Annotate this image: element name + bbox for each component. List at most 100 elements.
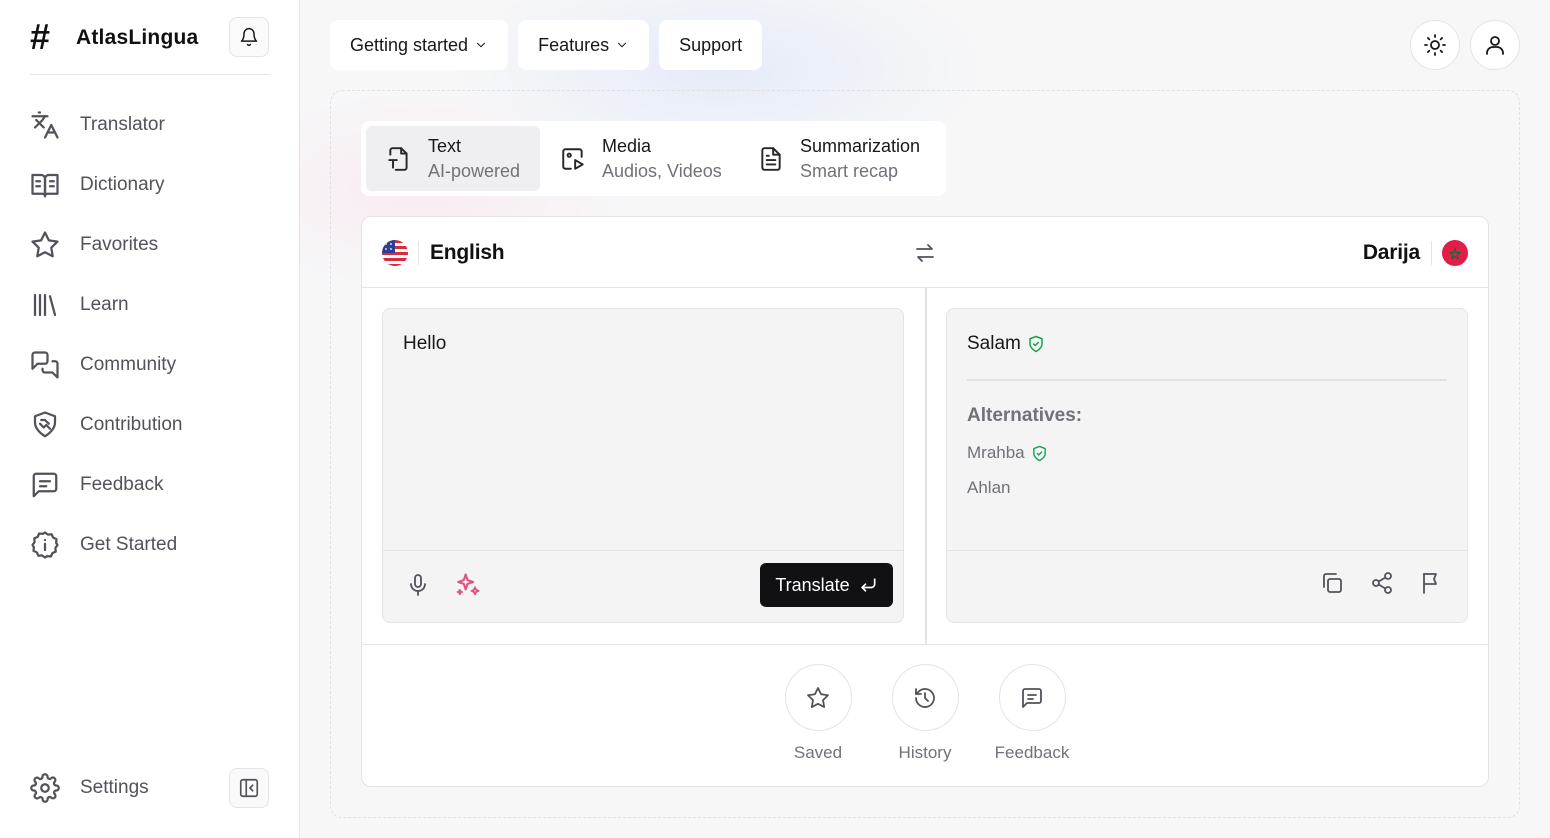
chevron-down-icon xyxy=(618,42,627,48)
tab-text-subtitle: AI-powered xyxy=(428,160,521,181)
nav-features[interactable]: Features xyxy=(518,20,650,70)
swap-arrows-icon xyxy=(916,244,934,262)
hash-logo-icon: # xyxy=(30,16,51,57)
language-separator xyxy=(1431,241,1432,265)
message-square-icon xyxy=(30,470,60,500)
translate-button-label: Translate xyxy=(775,574,850,595)
feedback-label: Feedback xyxy=(994,743,1070,762)
source-text-input[interactable]: Hello xyxy=(403,333,446,355)
notifications-button[interactable] xyxy=(229,17,269,57)
handshake-icon xyxy=(30,410,60,440)
nav-support[interactable]: Support xyxy=(659,20,763,70)
tab-text[interactable]: Text AI-powered xyxy=(366,126,540,191)
app-name: AtlasLingua xyxy=(76,26,199,49)
translate-button[interactable]: Translate xyxy=(760,563,893,607)
nav-getting-started-label: Getting started xyxy=(350,34,469,55)
translation-result-text: Salam xyxy=(967,333,1021,354)
text-file-icon xyxy=(388,146,408,171)
saved-circle[interactable] xyxy=(784,664,852,731)
saved-label: Saved xyxy=(793,743,843,762)
sidebar-item-community[interactable]: Community xyxy=(30,335,270,395)
microphone-button[interactable] xyxy=(406,573,430,597)
source-language-selector[interactable]: English xyxy=(382,240,505,266)
panel-left-close-icon xyxy=(239,778,259,798)
tab-summarization-title: Summarization xyxy=(800,135,921,156)
swap-languages-button[interactable] xyxy=(913,241,937,265)
sidebar-nav: Translator Dictionary Favorites Learn Co… xyxy=(30,95,270,575)
sidebar-item-learn[interactable]: Learn xyxy=(30,275,270,335)
feedback-circle[interactable] xyxy=(998,664,1066,731)
verified-shield-icon xyxy=(1029,335,1043,353)
tab-media[interactable]: Media Audios, Videos xyxy=(560,126,740,191)
sidebar-divider xyxy=(30,74,270,75)
sidebar-item-translator[interactable]: Translator xyxy=(30,95,270,155)
translate-icon xyxy=(30,110,60,140)
result-divider xyxy=(967,379,1447,381)
saved-button[interactable]: Saved xyxy=(765,664,872,763)
sidebar-item-label: Learn xyxy=(80,294,129,315)
panel-divider xyxy=(925,288,927,644)
sidebar-item-label: Community xyxy=(80,354,177,375)
sidebar-item-feedback[interactable]: Feedback xyxy=(30,455,270,515)
brand[interactable]: # AtlasLingua xyxy=(30,18,198,58)
alternative-text: Mrahba xyxy=(967,443,1025,462)
target-language-name: Darija xyxy=(1362,241,1420,264)
sidebar-item-get-started[interactable]: Get Started xyxy=(30,515,270,575)
translation-result: Salam xyxy=(967,333,1045,355)
top-navigation: Getting started Features Support xyxy=(330,20,763,70)
morocco-flag-icon xyxy=(1442,240,1468,266)
bottom-actions: Saved History Feedback xyxy=(362,664,1488,763)
result-actions xyxy=(1320,571,1444,595)
collapse-sidebar-button[interactable] xyxy=(229,768,269,808)
sidebar-item-label: Favorites xyxy=(80,234,159,255)
feedback-button[interactable]: Feedback xyxy=(979,664,1086,763)
language-bar: English Darija xyxy=(362,217,1488,288)
sun-icon xyxy=(1424,34,1446,56)
nav-support-label: Support xyxy=(679,34,743,55)
sidebar-item-label: Translator xyxy=(80,114,165,135)
sidebar-item-label: Dictionary xyxy=(80,174,165,195)
sidebar-item-contribution[interactable]: Contribution xyxy=(30,395,270,455)
history-icon xyxy=(915,687,935,708)
history-label: History xyxy=(898,743,952,762)
library-icon xyxy=(30,290,60,320)
nav-getting-started[interactable]: Getting started xyxy=(330,20,509,70)
translator-card: English Darija Hello Translate Salam Alt… xyxy=(361,216,1489,787)
sidebar-item-label: Feedback xyxy=(80,474,164,495)
history-circle[interactable] xyxy=(891,664,959,731)
sidebar-item-favorites[interactable]: Favorites xyxy=(30,215,270,275)
verified-shield-icon xyxy=(1032,445,1046,461)
source-panel-footer: Translate xyxy=(383,550,903,622)
sidebar-item-label: Get Started xyxy=(80,534,178,555)
history-button[interactable]: History xyxy=(872,664,979,763)
sidebar-item-label: Contribution xyxy=(80,414,183,435)
ai-enhance-button[interactable] xyxy=(454,571,482,599)
mode-tabs: Text AI-powered Media Audios, Videos Sum… xyxy=(361,121,946,196)
chat-bubbles-icon xyxy=(30,350,60,380)
user-icon xyxy=(1486,36,1504,55)
enter-key-icon xyxy=(861,578,876,592)
star-icon xyxy=(30,230,60,260)
bell-icon xyxy=(240,27,258,47)
language-separator xyxy=(418,241,419,265)
settings-label: Settings xyxy=(80,777,149,798)
tab-text-title: Text xyxy=(428,135,462,156)
user-account-button[interactable] xyxy=(1470,20,1520,70)
result-panel-footer xyxy=(947,550,1467,622)
tab-summarization[interactable]: Summarization Smart recap xyxy=(758,126,938,191)
target-language-selector[interactable]: Darija xyxy=(1363,240,1468,266)
alternative-item[interactable]: Ahlan xyxy=(967,478,1010,498)
sidebar-item-dictionary[interactable]: Dictionary xyxy=(30,155,270,215)
sidebar: # AtlasLingua Translator Dictionary Favo… xyxy=(0,0,300,838)
theme-toggle-button[interactable] xyxy=(1410,20,1460,70)
flag-icon[interactable] xyxy=(1420,571,1444,595)
alternative-item[interactable]: Mrahba xyxy=(967,443,1048,463)
alternatives-heading: Alternatives: xyxy=(967,405,1083,426)
microphone-icon xyxy=(410,574,426,596)
source-panel: Hello Translate xyxy=(382,308,904,623)
tab-summarization-subtitle: Smart recap xyxy=(800,160,899,181)
share-icon[interactable] xyxy=(1370,571,1394,595)
book-icon xyxy=(30,170,60,200)
message-square-icon xyxy=(1022,687,1042,708)
copy-icon[interactable] xyxy=(1320,571,1344,595)
